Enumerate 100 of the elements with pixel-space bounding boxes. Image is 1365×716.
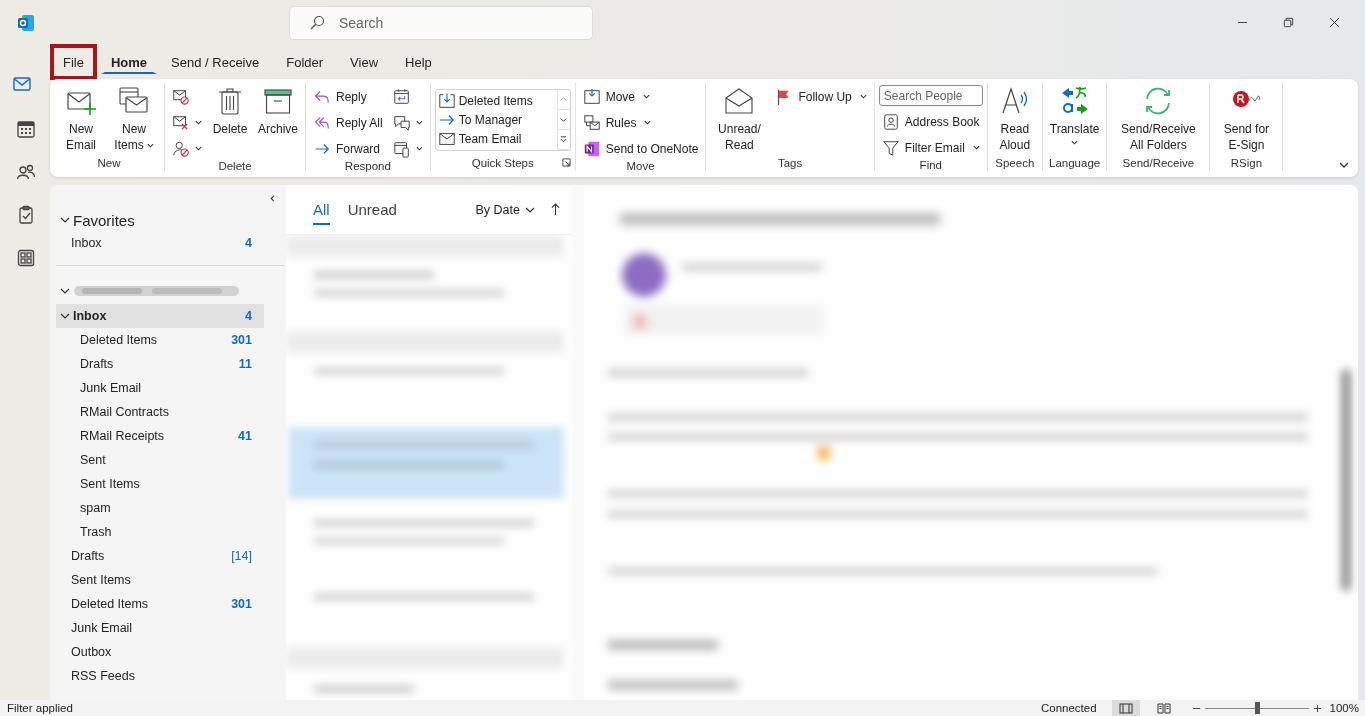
filter-tab[interactable]: All — [313, 194, 330, 225]
group-label: Language — [1049, 157, 1101, 169]
person-blocked-icon — [172, 139, 190, 158]
people-icon — [16, 162, 36, 182]
restore-icon — [1282, 17, 1294, 28]
apps-icon — [16, 248, 36, 268]
group-label: Respond — [344, 160, 391, 172]
ribbon-button[interactable]: Reply — [310, 85, 386, 108]
more-icon — [559, 135, 569, 144]
folder-item[interactable]: Deleted Items 301 — [50, 592, 264, 616]
folder-count: 301 — [231, 597, 252, 611]
folder-item[interactable]: Junk Email — [50, 376, 264, 400]
ribbon-button[interactable]: Send/Receive All Folders — [1111, 83, 1206, 155]
funnel-icon — [881, 138, 900, 157]
group-label: Find — [919, 159, 942, 171]
ribbon-button[interactable]: Move — [579, 85, 702, 108]
menu-tab[interactable]: Home — [100, 50, 158, 74]
folder-count: 11 — [238, 357, 252, 371]
collapse-pane-button[interactable] — [269, 195, 276, 202]
folder-item[interactable]: Junk Email — [50, 616, 264, 640]
scroll-down-icon — [559, 115, 569, 124]
plus-icon — [1312, 703, 1322, 713]
ribbon-button[interactable]: Forward — [310, 137, 386, 160]
folder-item[interactable]: RMail Contracts — [50, 400, 264, 424]
ribbon-button[interactable]: Send for E-Sign — [1214, 83, 1279, 155]
chat-bubbles-icon — [392, 113, 411, 132]
quick-step-item[interactable]: Deleted Items — [437, 91, 555, 111]
search-people-field[interactable]: Search People — [878, 85, 983, 106]
connection-status: Connected — [1040, 702, 1097, 714]
envelope-blocked-icon — [172, 87, 190, 106]
folder-count: [14] — [231, 549, 252, 563]
folder-item[interactable]: Drafts [14] — [50, 544, 264, 568]
normal-view-icon — [1118, 701, 1133, 715]
zoom-in-button[interactable] — [1312, 703, 1322, 713]
menu-tab[interactable]: Help — [392, 50, 445, 74]
group-label: New — [97, 157, 121, 169]
ribbon-button[interactable]: Send to OneNote — [579, 137, 702, 160]
folder-item[interactable]: Sent Items — [50, 568, 264, 592]
folder-item[interactable]: spam — [50, 496, 264, 520]
envelope-x-icon — [172, 113, 190, 132]
ribbon-button[interactable]: Reply All — [310, 111, 386, 134]
ribbon-button[interactable]: Translate — [1046, 83, 1103, 155]
arrow-up-icon — [551, 203, 560, 216]
menu-tab[interactable]: Send / Receive — [158, 50, 273, 74]
folder-count: 4 — [245, 236, 252, 250]
ribbon-button[interactable]: Archive — [255, 83, 301, 160]
folder-item[interactable]: Drafts 11 — [50, 352, 264, 376]
launcher-icon — [561, 158, 571, 167]
group-label: Send/Receive — [1122, 157, 1195, 169]
folder-item[interactable]: Outbox — [50, 640, 264, 664]
folder-item[interactable]: Sent Items — [50, 472, 264, 496]
calendar-reply-icon — [392, 87, 411, 106]
filter-tab[interactable]: Unread — [347, 194, 397, 225]
search-field[interactable]: Search — [289, 5, 593, 40]
group-label: Delete — [218, 160, 252, 172]
ribbon-button[interactable]: Filter Email — [878, 136, 983, 159]
folder-item[interactable]: Sent — [50, 448, 264, 472]
group-label: Quick Steps — [471, 157, 534, 169]
ribbon-button[interactable]: Rules — [579, 111, 702, 134]
group-label: Tags — [777, 157, 803, 169]
reading-view-icon — [1156, 701, 1171, 715]
ribbon-button[interactable]: Address Book — [878, 110, 983, 133]
group-label: Move — [626, 160, 655, 172]
favorites-header[interactable]: Favorites — [50, 209, 286, 231]
folder-item[interactable]: RSS Feeds — [50, 664, 264, 688]
mail-icon — [12, 74, 32, 94]
menu-tab[interactable]: View — [337, 50, 392, 74]
folder-item[interactable]: Inbox 4 — [50, 231, 264, 255]
rules-envelope-icon — [582, 113, 601, 132]
contact-card-icon — [881, 112, 900, 131]
folder-count: 4 — [245, 309, 252, 323]
slider-thumb[interactable] — [1254, 702, 1260, 714]
group-label: RSign — [1230, 157, 1263, 169]
view-button[interactable] — [1111, 700, 1140, 716]
menu-tab[interactable]: Folder — [273, 50, 337, 74]
sort-button[interactable]: By Date — [475, 202, 535, 217]
ribbon-button[interactable]: Read Aloud — [991, 83, 1038, 155]
status-text: Filter applied — [7, 702, 73, 714]
quick-step-item[interactable]: To Manager — [437, 110, 555, 130]
folder-item[interactable]: Trash — [50, 520, 264, 544]
calendar-icon — [16, 119, 36, 139]
quick-step-item[interactable]: Team Email — [437, 129, 555, 149]
sort-direction-button[interactable] — [551, 203, 560, 216]
calendar-phone-icon — [392, 139, 411, 158]
close-icon — [1328, 17, 1340, 28]
folder-item[interactable]: RMail Receipts 41 — [50, 424, 264, 448]
folder-count: 41 — [238, 429, 252, 443]
outlook-logo-icon — [16, 13, 36, 33]
dialog-launcher-button[interactable] — [561, 158, 571, 167]
ribbon-button[interactable]: New Items — [108, 83, 160, 155]
folder-item[interactable]: Inbox 4 — [56, 304, 264, 328]
ribbon-button[interactable]: New Email — [58, 83, 104, 155]
clipboard-check-icon — [16, 205, 36, 225]
folder-item[interactable]: Deleted Items 301 — [50, 328, 264, 352]
chevron-left-icon — [269, 195, 276, 202]
box-arrow-down-icon — [437, 91, 456, 110]
ribbon-button[interactable]: Follow Up — [772, 85, 870, 108]
ribbon-button[interactable]: Unread/ Read — [710, 83, 769, 155]
group-label: Speech — [995, 157, 1035, 169]
ribbon-button[interactable]: Delete — [209, 83, 251, 160]
